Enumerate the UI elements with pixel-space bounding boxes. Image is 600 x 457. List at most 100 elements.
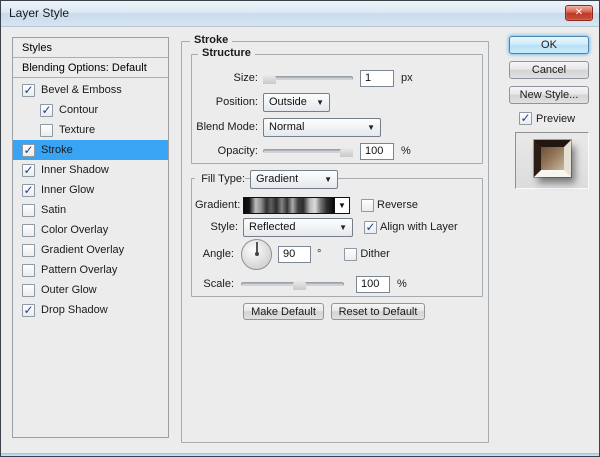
style-preview-box: [515, 132, 589, 189]
style-item-color-overlay[interactable]: Color Overlay: [13, 220, 168, 240]
opacity-input[interactable]: [360, 143, 394, 160]
new-style-button[interactable]: New Style...: [509, 86, 589, 104]
style-item-checkbox[interactable]: [22, 204, 35, 217]
opacity-unit: %: [401, 145, 411, 157]
gradient-picker[interactable]: ▼: [243, 197, 350, 214]
position-dropdown[interactable]: Outside ▼: [263, 93, 330, 112]
scale-label: Scale:: [195, 278, 234, 290]
style-preview-thumbnail: [534, 140, 571, 177]
position-label: Position:: [211, 96, 258, 108]
style-item-label: Color Overlay: [41, 224, 108, 236]
gradient-style-value: Reflected: [249, 221, 295, 233]
angle-dial[interactable]: [241, 239, 272, 270]
fill-type-label: Fill Type:: [195, 171, 245, 187]
blend-mode-label: Blend Mode:: [195, 121, 258, 133]
preview-label: Preview: [536, 113, 575, 125]
gradient-style-dropdown[interactable]: Reflected ▼: [243, 218, 353, 237]
style-item-checkbox[interactable]: [22, 224, 35, 237]
style-item-label: Bevel & Emboss: [41, 84, 122, 96]
size-slider-handle[interactable]: [263, 72, 276, 84]
blending-options-item[interactable]: Blending Options: Default: [13, 58, 168, 78]
style-item-label: Stroke: [41, 144, 73, 156]
dither-label: Dither: [360, 248, 389, 260]
make-default-button[interactable]: Make Default: [243, 303, 324, 320]
scale-input[interactable]: [356, 276, 390, 293]
angle-input[interactable]: [278, 246, 311, 263]
style-item-checkbox[interactable]: [22, 244, 35, 257]
opacity-label: Opacity:: [211, 145, 258, 157]
ok-button[interactable]: OK: [509, 36, 589, 54]
reverse-checkbox[interactable]: [361, 199, 374, 212]
style-item-label: Outer Glow: [41, 284, 97, 296]
styles-list-header: Styles: [13, 38, 168, 58]
style-item-checkbox[interactable]: ✓: [22, 144, 35, 157]
style-item-inner-glow[interactable]: ✓ Inner Glow: [13, 180, 168, 200]
style-item-checkbox[interactable]: [40, 124, 53, 137]
style-item-checkbox[interactable]: [22, 264, 35, 277]
style-item-label: Contour: [59, 104, 98, 116]
opacity-slider-handle[interactable]: [340, 145, 353, 157]
style-item-texture[interactable]: Texture: [13, 120, 168, 140]
chevron-down-icon: ▼: [324, 175, 332, 184]
size-input[interactable]: [360, 70, 394, 87]
style-list: ✓ Bevel & Emboss ✓ Contour Texture ✓ Stroke ✓ In…: [13, 80, 168, 320]
stroke-panel-title: Stroke: [190, 34, 232, 46]
style-item-contour[interactable]: ✓ Contour: [13, 100, 168, 120]
scale-slider-handle[interactable]: [293, 278, 306, 290]
style-item-checkbox[interactable]: ✓: [22, 164, 35, 177]
style-item-label: Gradient Overlay: [41, 244, 124, 256]
styles-list-panel: Styles Blending Options: Default ✓ Bevel …: [12, 37, 169, 438]
structure-heading: Structure: [198, 47, 255, 59]
blend-mode-value: Normal: [269, 121, 304, 133]
blend-mode-dropdown[interactable]: Normal ▼: [263, 118, 381, 137]
chevron-down-icon: ▼: [316, 98, 324, 107]
reverse-label: Reverse: [377, 199, 418, 211]
layer-style-dialog: Layer Style ✕ Styles Blending Options: D…: [0, 0, 600, 457]
style-item-label: Pattern Overlay: [41, 264, 117, 276]
style-item-drop-shadow[interactable]: ✓ Drop Shadow: [13, 300, 168, 320]
style-item-label: Inner Shadow: [41, 164, 109, 176]
stroke-panel: Stroke Structure Size: px Position: Outs…: [181, 29, 489, 443]
style-item-checkbox[interactable]: ✓: [22, 304, 35, 317]
align-with-layer-label: Align with Layer: [380, 221, 458, 233]
cancel-button[interactable]: Cancel: [509, 61, 589, 79]
style-item-gradient-overlay[interactable]: Gradient Overlay: [13, 240, 168, 260]
position-value: Outside: [269, 96, 307, 108]
preview-checkbox[interactable]: ✓: [519, 112, 532, 125]
gradient-style-label: Style:: [195, 221, 238, 233]
gradient-label: Gradient:: [195, 199, 238, 211]
scale-slider[interactable]: [241, 278, 344, 290]
style-item-label: Satin: [41, 204, 66, 216]
style-item-label: Inner Glow: [41, 184, 94, 196]
align-with-layer-checkbox[interactable]: ✓: [364, 221, 377, 234]
angle-unit: °: [317, 248, 321, 260]
style-item-stroke[interactable]: ✓ Stroke: [13, 140, 168, 160]
style-item-bevel-emboss[interactable]: ✓ Bevel & Emboss: [13, 80, 168, 100]
fill-type-dropdown[interactable]: Gradient ▼: [250, 170, 338, 189]
size-unit: px: [401, 72, 413, 84]
gradient-swatch[interactable]: [243, 197, 335, 214]
style-item-checkbox[interactable]: ✓: [22, 84, 35, 97]
title-bar[interactable]: Layer Style ✕: [1, 1, 599, 27]
style-item-checkbox[interactable]: ✓: [40, 104, 53, 117]
reset-to-default-button[interactable]: Reset to Default: [331, 303, 425, 320]
window-title: Layer Style: [9, 6, 69, 20]
size-slider[interactable]: [263, 72, 353, 84]
close-icon[interactable]: ✕: [565, 5, 593, 21]
chevron-down-icon: ▼: [367, 123, 375, 132]
angle-label: Angle:: [195, 248, 234, 260]
chevron-down-icon: ▼: [339, 223, 347, 232]
dither-checkbox[interactable]: [344, 248, 357, 261]
style-item-checkbox[interactable]: [22, 284, 35, 297]
style-item-checkbox[interactable]: ✓: [22, 184, 35, 197]
style-item-label: Drop Shadow: [41, 304, 108, 316]
scale-unit: %: [397, 278, 407, 290]
gradient-dropdown-arrow-icon[interactable]: ▼: [335, 197, 350, 214]
style-item-inner-shadow[interactable]: ✓ Inner Shadow: [13, 160, 168, 180]
style-item-label: Texture: [59, 124, 95, 136]
style-item-pattern-overlay[interactable]: Pattern Overlay: [13, 260, 168, 280]
style-item-outer-glow[interactable]: Outer Glow: [13, 280, 168, 300]
opacity-slider[interactable]: [263, 145, 353, 157]
style-item-satin[interactable]: Satin: [13, 200, 168, 220]
fill-type-value: Gradient: [256, 173, 298, 185]
